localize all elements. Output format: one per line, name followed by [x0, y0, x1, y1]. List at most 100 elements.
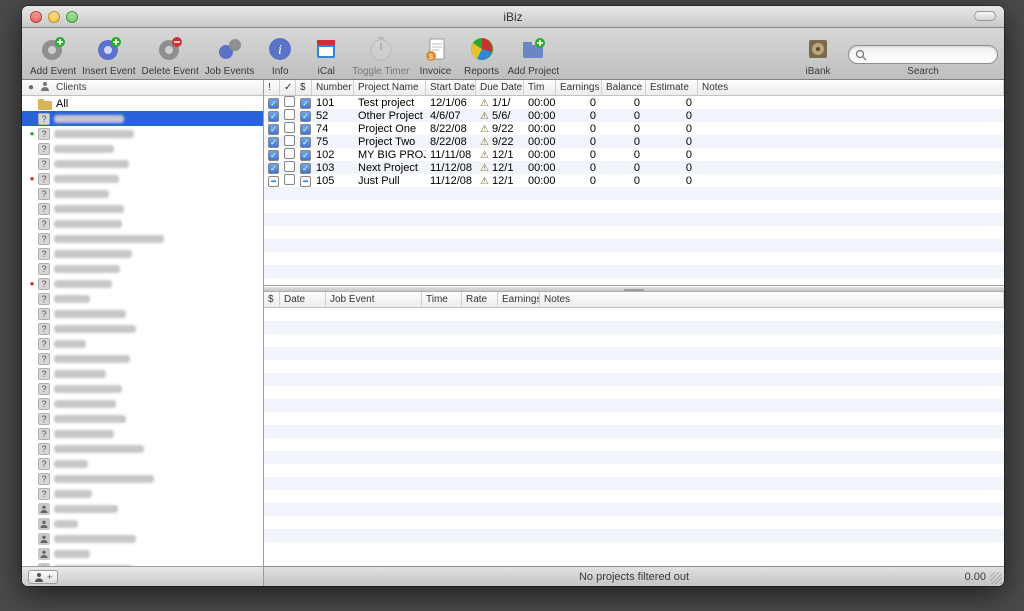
col-dollar[interactable]: $: [296, 80, 312, 95]
table-row[interactable]: 74Project One8/22/08⚠ 9/2200:00000: [264, 122, 1004, 135]
sidebar-header[interactable]: ● Clients: [22, 80, 263, 96]
search-field[interactable]: [871, 49, 1004, 61]
sidebar-item-client[interactable]: ●?: [22, 171, 263, 186]
sidebar-item-client[interactable]: ?: [22, 426, 263, 441]
checkbox-icon[interactable]: [300, 150, 311, 161]
sidebar-item-client[interactable]: ?: [22, 246, 263, 261]
sidebar-item-client[interactable]: ?: [22, 486, 263, 501]
col-project-name[interactable]: Project Name: [354, 80, 426, 95]
splitter-handle[interactable]: [264, 286, 1004, 292]
invoice-button[interactable]: $ Invoice: [414, 33, 458, 77]
sidebar-item-client[interactable]: ?: [22, 306, 263, 321]
search-input[interactable]: [848, 45, 998, 64]
col-ev-notes[interactable]: Notes: [540, 292, 1004, 307]
sidebar-item-client[interactable]: [22, 546, 263, 561]
sidebar-item-client[interactable]: ?: [22, 351, 263, 366]
col-status[interactable]: !: [264, 80, 280, 95]
checkbox-icon[interactable]: [268, 98, 279, 109]
sidebar-item-client[interactable]: [22, 531, 263, 546]
sidebar-item-client[interactable]: ●?: [22, 126, 263, 141]
reports-button[interactable]: Reports: [460, 33, 504, 77]
checkbox-icon[interactable]: [300, 98, 311, 109]
col-start-date[interactable]: Start Date: [426, 80, 476, 95]
sidebar-item-client[interactable]: ?: [22, 186, 263, 201]
projects-header[interactable]: ! ✓ $ Number Project Name Start Date Due…: [264, 80, 1004, 96]
projects-body[interactable]: 101Test project12/1/06⚠ 1/1/00:0000052Ot…: [264, 96, 1004, 285]
events-header[interactable]: $ Date Job Event Time Rate Earnings Note…: [264, 292, 1004, 308]
col-due-date[interactable]: Due Date: [476, 80, 524, 95]
checkbox-icon[interactable]: [300, 163, 311, 174]
checkbox-icon[interactable]: [284, 174, 295, 185]
col-ev-time[interactable]: Time: [422, 292, 462, 307]
table-row[interactable]: 103Next Project11/12/08⚠ 12/100:00000: [264, 161, 1004, 174]
sidebar-item-client[interactable]: ?: [22, 381, 263, 396]
sidebar-item-client[interactable]: ?: [22, 321, 263, 336]
sidebar-item-client[interactable]: ?: [22, 456, 263, 471]
delete-event-button[interactable]: Delete Event: [140, 33, 201, 77]
checkbox-icon[interactable]: [268, 150, 279, 161]
checkbox-icon[interactable]: [300, 124, 311, 135]
sidebar-item-client[interactable]: [22, 501, 263, 516]
sidebar-item-client[interactable]: ?: [22, 231, 263, 246]
sidebar-item-client[interactable]: ?: [22, 396, 263, 411]
col-time[interactable]: Tim: [524, 80, 556, 95]
col-number[interactable]: Number: [312, 80, 354, 95]
sidebar-item-client[interactable]: ?: [22, 366, 263, 381]
checkbox-icon[interactable]: [284, 148, 295, 159]
col-ev-rate[interactable]: Rate: [462, 292, 498, 307]
sidebar-list[interactable]: All?●???●???????●???????????????: [22, 96, 263, 566]
sidebar-item-client[interactable]: ?: [22, 261, 263, 276]
table-row[interactable]: 105Just Pull11/12/08⚠ 12/100:00000: [264, 174, 1004, 187]
sidebar-item-client[interactable]: ●?: [22, 276, 263, 291]
checkbox-icon[interactable]: [300, 176, 311, 187]
col-estimate[interactable]: Estimate: [646, 80, 698, 95]
col-earnings[interactable]: Earnings: [556, 80, 602, 95]
checkbox-icon[interactable]: [268, 176, 279, 187]
ibank-button[interactable]: iBank: [796, 33, 840, 77]
col-ev-dollar[interactable]: $: [264, 292, 280, 307]
events-body[interactable]: [264, 308, 1004, 566]
table-row[interactable]: 75Project Two8/22/08⚠ 9/2200:00000: [264, 135, 1004, 148]
table-row[interactable]: 102MY BIG PROJE11/11/08⚠ 12/100:00000: [264, 148, 1004, 161]
sidebar-item-client[interactable]: ?: [22, 156, 263, 171]
checkbox-icon[interactable]: [284, 122, 295, 133]
checkbox-icon[interactable]: [300, 111, 311, 122]
col-check[interactable]: ✓: [280, 80, 296, 95]
col-ev-date[interactable]: Date: [280, 292, 326, 307]
add-event-button[interactable]: Add Event: [28, 33, 78, 77]
checkbox-icon[interactable]: [268, 124, 279, 135]
checkbox-icon[interactable]: [268, 163, 279, 174]
checkbox-icon[interactable]: [268, 137, 279, 148]
sidebar-item-client[interactable]: ?: [22, 216, 263, 231]
checkbox-icon[interactable]: [284, 109, 295, 120]
add-client-button[interactable]: +: [28, 570, 58, 584]
sidebar-item-client[interactable]: ?: [22, 291, 263, 306]
checkbox-icon[interactable]: [284, 96, 295, 107]
col-notes[interactable]: Notes: [698, 80, 1004, 95]
table-row[interactable]: 52Other Project4/6/07⚠ 5/6/00:00000: [264, 109, 1004, 122]
titlebar-pill[interactable]: [974, 11, 996, 21]
sidebar-item-client[interactable]: ?: [22, 336, 263, 351]
sidebar-item-client[interactable]: ?: [22, 141, 263, 156]
col-ev-earnings[interactable]: Earnings: [498, 292, 540, 307]
add-project-button[interactable]: Add Project: [506, 33, 562, 77]
sidebar-item-client[interactable]: ?: [22, 201, 263, 216]
col-balance[interactable]: Balance: [602, 80, 646, 95]
sidebar-item-all[interactable]: All: [22, 96, 263, 111]
col-ev-job[interactable]: Job Event: [326, 292, 422, 307]
table-row[interactable]: 101Test project12/1/06⚠ 1/1/00:00000: [264, 96, 1004, 109]
checkbox-icon[interactable]: [268, 111, 279, 122]
sidebar-item-client[interactable]: ?: [22, 111, 263, 126]
sidebar-item-client[interactable]: ?: [22, 441, 263, 456]
toggle-timer-button[interactable]: Toggle Timer: [350, 33, 411, 77]
job-events-button[interactable]: Job Events: [203, 33, 256, 77]
info-button[interactable]: i Info: [258, 33, 302, 77]
ical-button[interactable]: iCal: [304, 33, 348, 77]
checkbox-icon[interactable]: [300, 137, 311, 148]
checkbox-icon[interactable]: [284, 135, 295, 146]
checkbox-icon[interactable]: [284, 161, 295, 172]
sidebar-item-client[interactable]: [22, 516, 263, 531]
resize-grip-icon[interactable]: [990, 572, 1002, 584]
insert-event-button[interactable]: Insert Event: [80, 33, 137, 77]
sidebar-item-client[interactable]: ?: [22, 411, 263, 426]
